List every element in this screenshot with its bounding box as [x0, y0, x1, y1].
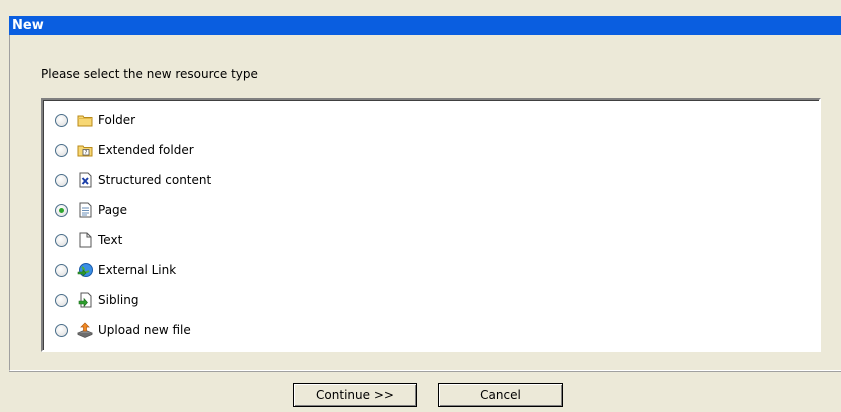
new-resource-dialog: New Please select the new resource type … — [0, 0, 841, 412]
sibling-icon — [78, 292, 92, 308]
option-label: Structured content — [98, 173, 212, 187]
extended-folder-icon: ? — [77, 145, 93, 157]
continue-button[interactable]: Continue >> — [293, 383, 417, 407]
radio-extended-folder[interactable] — [55, 143, 68, 157]
radio-page[interactable] — [55, 203, 68, 217]
option-label: Upload new file — [98, 323, 191, 337]
external-link-icon — [77, 263, 93, 277]
radio-upload-new-file[interactable] — [55, 323, 68, 337]
option-text[interactable]: Text — [55, 231, 122, 249]
option-label: Sibling — [98, 293, 139, 307]
folder-icon — [77, 115, 93, 127]
cancel-button[interactable]: Cancel — [438, 383, 563, 407]
option-label: External Link — [98, 263, 177, 277]
upload-icon — [77, 322, 93, 338]
radio-sibling[interactable] — [55, 293, 68, 307]
page-icon — [79, 202, 92, 218]
svg-text:?: ? — [85, 150, 88, 156]
option-folder[interactable]: Folder — [55, 111, 135, 129]
resource-type-list: Folder ? Extended folder Structured cont… — [41, 98, 821, 352]
structured-content-icon — [79, 172, 92, 188]
radio-structured-content[interactable] — [55, 173, 68, 187]
radio-external-link[interactable] — [55, 263, 68, 277]
option-page[interactable]: Page — [55, 201, 127, 219]
option-label: Text — [98, 233, 123, 247]
option-label: Page — [98, 203, 128, 217]
option-label: Folder — [98, 113, 136, 127]
dialog-title: New — [9, 16, 841, 35]
text-icon — [79, 232, 92, 248]
dialog-prompt: Please select the new resource type — [41, 67, 258, 81]
radio-folder[interactable] — [55, 113, 68, 127]
option-external-link[interactable]: External Link — [55, 261, 176, 279]
radio-text[interactable] — [55, 233, 68, 247]
option-sibling[interactable]: Sibling — [55, 291, 138, 309]
option-label: Extended folder — [98, 143, 194, 157]
option-extended-folder[interactable]: ? Extended folder — [55, 141, 194, 159]
option-upload-new-file[interactable]: Upload new file — [55, 321, 191, 339]
option-structured-content[interactable]: Structured content — [55, 171, 211, 189]
